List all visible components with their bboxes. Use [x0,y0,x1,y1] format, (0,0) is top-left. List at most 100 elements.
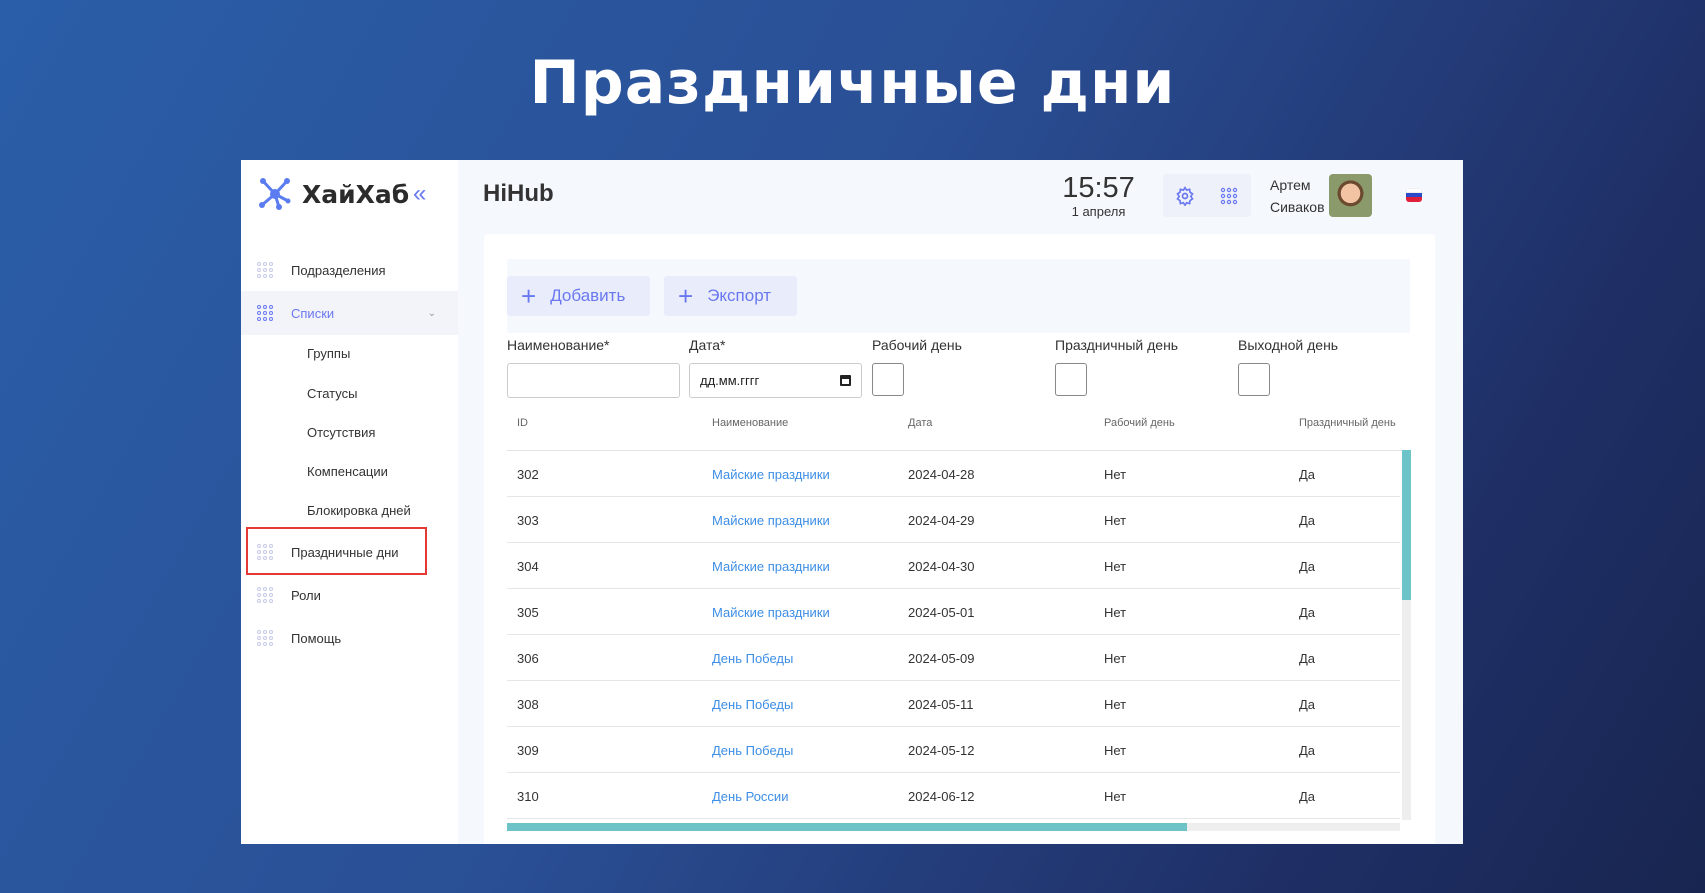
user-name[interactable]: Артем Сиваков [1270,174,1325,218]
app-window: ХайХаб « Подразделения Списки ⌄ Группы Ст… [241,160,1463,844]
sidebar-item-help[interactable]: Помощь [241,617,458,659]
cell-name[interactable]: День России [712,789,788,804]
sidebar-item-label: Подразделения [291,262,386,278]
highlight-box [246,527,427,575]
add-button[interactable]: + Добавить [507,276,650,316]
settings-button[interactable] [1163,174,1207,217]
cell-name[interactable]: Майские праздники [712,513,830,528]
cell-date: 2024-05-09 [908,651,975,666]
cell-holiday: Да [1299,789,1316,804]
logo-text: ХайХаб [302,179,410,209]
cell-name[interactable]: День Победы [712,697,793,712]
table-row[interactable]: 306 День Победы 2024-05-09 Нет Да [507,635,1400,681]
cell-holiday: Да [1299,743,1316,758]
cell-date: 2024-05-12 [908,743,975,758]
name-input[interactable] [507,363,680,398]
sidebar-subitem-groups[interactable]: Группы [307,346,350,361]
table-row[interactable]: 305 Майские праздники 2024-05-01 Нет Да [507,589,1400,635]
apps-grid-icon [1220,187,1238,204]
russian-flag-icon[interactable] [1406,188,1422,202]
date-input[interactable]: дд.мм.гггг [689,363,862,398]
cell-holiday: Да [1299,697,1316,712]
date-label: Дата* [689,337,726,353]
cell-workday: Нет [1104,605,1127,620]
cell-workday: Нет [1104,651,1127,666]
cell-id: 303 [517,513,539,528]
add-label: Добавить [550,286,626,305]
cell-date: 2024-06-12 [908,789,975,804]
table-row[interactable]: 308 День Победы 2024-05-11 Нет Да [507,681,1400,727]
cell-date: 2024-05-01 [908,605,975,620]
gear-icon [1176,185,1194,206]
logo: ХайХаб [258,177,409,211]
dayoff-label: Выходной день [1238,337,1339,353]
sidebar-subitem-compensations[interactable]: Компенсации [307,464,388,479]
cell-workday: Нет [1104,789,1127,804]
plus-icon: + [521,280,537,311]
page-title: HiHub [483,180,554,207]
sidebar-subitem-statuses[interactable]: Статусы [307,386,357,401]
clock-time: 15:57 [1062,172,1135,204]
cell-id: 309 [517,743,539,758]
column-header-name[interactable]: Наименование [712,417,788,429]
cell-holiday: Да [1299,605,1316,620]
cell-name[interactable]: Майские праздники [712,467,830,482]
column-header-holiday[interactable]: Праздничный день [1299,417,1396,429]
date-placeholder: дд.мм.гггг [700,373,760,388]
dayoff-checkbox[interactable] [1238,363,1270,396]
grid-icon [257,630,277,646]
cell-holiday: Да [1299,467,1316,482]
vertical-scroll-thumb[interactable] [1402,450,1411,600]
sidebar-subitem-day-blocking[interactable]: Блокировка дней [307,503,411,518]
column-header-workday[interactable]: Рабочий день [1104,417,1175,429]
cell-workday: Нет [1104,559,1127,574]
horizontal-scroll-thumb[interactable] [507,823,1187,831]
export-button[interactable]: + Экспорт [664,276,797,316]
cell-id: 302 [517,467,539,482]
table-row[interactable]: 302 Майские праздники 2024-04-28 Нет Да [507,451,1400,497]
sidebar-item-roles[interactable]: Роли [241,574,458,616]
cell-date: 2024-05-11 [908,697,974,712]
holiday-checkbox[interactable] [1055,363,1087,396]
cell-name[interactable]: Майские праздники [712,605,830,620]
chevron-down-icon: ⌄ [427,307,436,319]
cell-name[interactable]: День Победы [712,743,793,758]
cell-id: 305 [517,605,539,620]
sidebar-item-departments[interactable]: Подразделения [241,249,458,291]
cell-date: 2024-04-29 [908,513,975,528]
cell-id: 310 [517,789,539,804]
grid-icon [257,587,277,603]
cell-name[interactable]: День Победы [712,651,793,666]
table-row[interactable]: 304 Майские праздники 2024-04-30 Нет Да [507,543,1400,589]
cell-name[interactable]: Майские праздники [712,559,830,574]
cell-id: 308 [517,697,539,712]
user-last-name: Сиваков [1270,199,1325,215]
slide-title: Праздничные дни [529,48,1176,118]
table-row[interactable]: 310 День России 2024-06-12 Нет Да [507,773,1400,819]
sidebar-subitem-absences[interactable]: Отсутствия [307,425,375,440]
column-header-date[interactable]: Дата [908,417,932,429]
avatar[interactable] [1329,174,1372,217]
sidebar-item-label: Помощь [291,630,342,646]
workday-checkbox[interactable] [872,363,904,396]
grid-icon [257,262,277,278]
clock-date: 1 апреля [1071,204,1126,219]
calendar-icon[interactable] [840,375,851,386]
sidebar-item-lists[interactable]: Списки ⌄ [241,291,458,335]
holiday-label: Праздничный день [1055,337,1179,353]
grid-icon [257,305,277,321]
collapse-sidebar-icon[interactable]: « [413,180,426,208]
cell-date: 2024-04-30 [908,559,975,574]
name-label: Наименование* [507,337,610,353]
table-row[interactable]: 303 Майские праздники 2024-04-29 Нет Да [507,497,1400,543]
plus-icon: + [678,280,694,311]
cell-holiday: Да [1299,651,1316,666]
apps-button[interactable] [1207,174,1251,217]
workday-label: Рабочий день [872,337,962,353]
cell-date: 2024-04-28 [908,467,975,482]
column-header-id[interactable]: ID [517,417,528,429]
logo-icon [259,178,291,210]
export-label: Экспорт [707,286,772,305]
table-row[interactable]: 309 День Победы 2024-05-12 Нет Да [507,727,1400,773]
cell-workday: Нет [1104,743,1127,758]
